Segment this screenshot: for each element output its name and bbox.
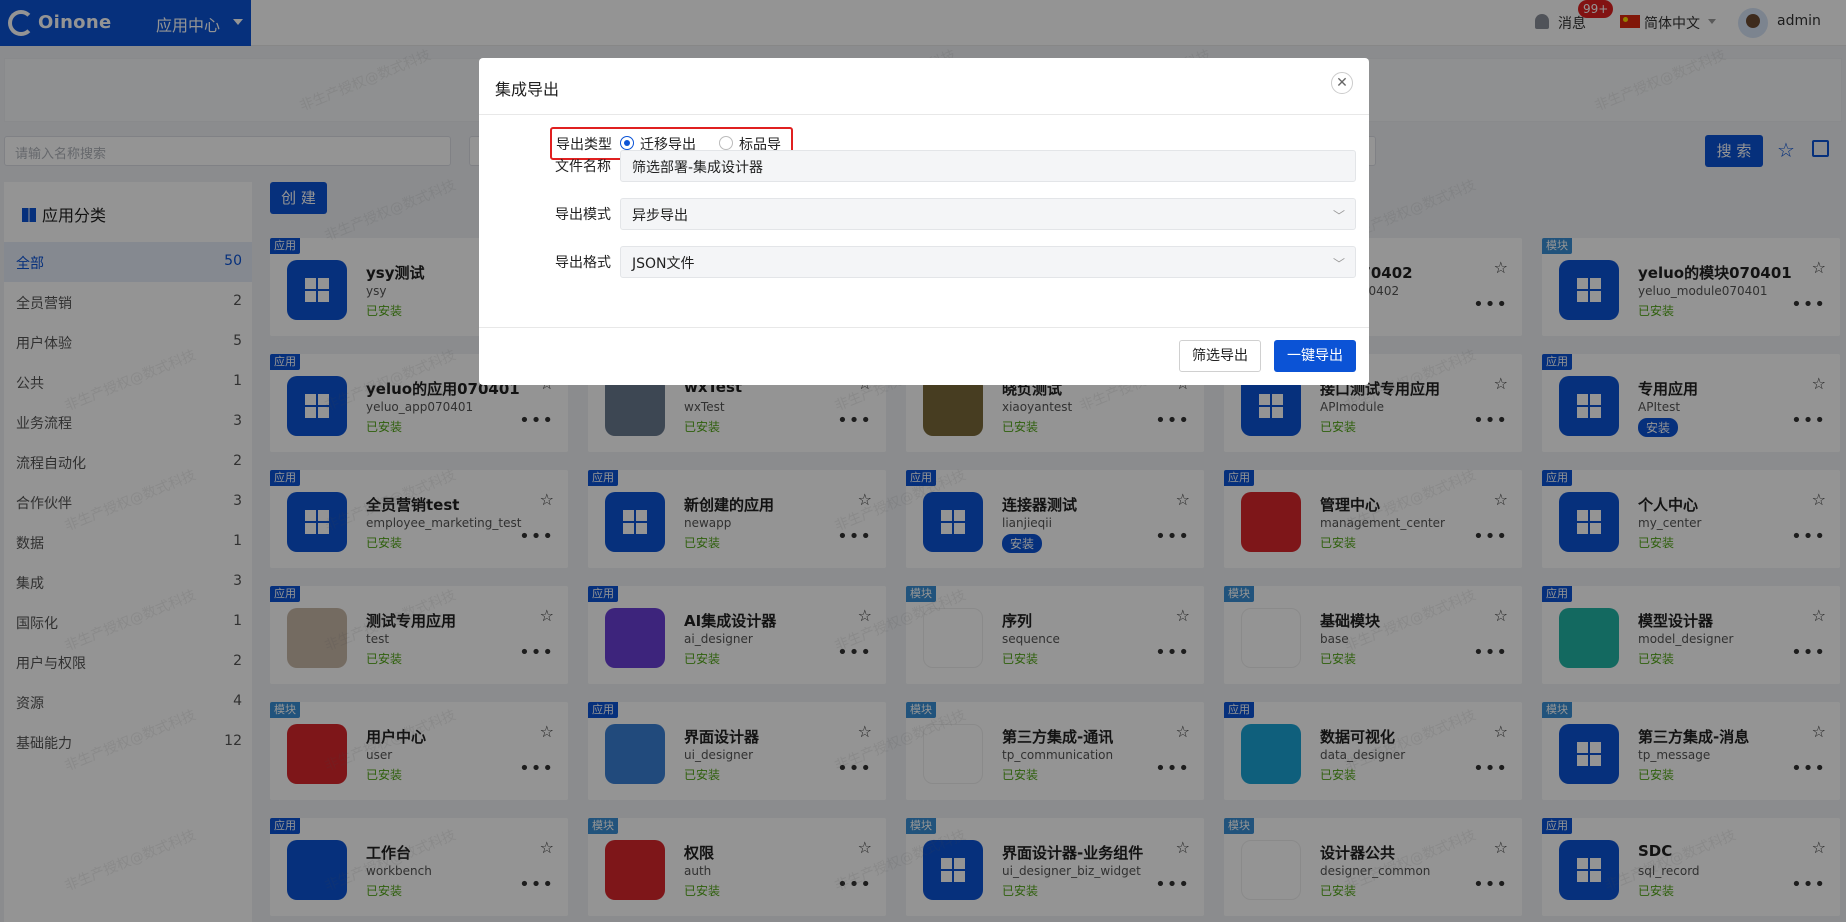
one-click-export-button[interactable]: 一键导出 <box>1274 340 1356 372</box>
export-mode-label: 导出模式 <box>555 207 611 223</box>
export-format-select[interactable]: JSON文件 ﹀ <box>620 246 1356 278</box>
export-type-label: 导出类型 <box>556 137 612 153</box>
chevron-down-icon: ﹀ <box>1332 209 1345 223</box>
divider <box>479 114 1369 115</box>
export-dialog: 集成导出 ✕ 导出类型 迁移导出 标品导出 文件名称 筛选部署-集成设计器 导出… <box>479 58 1369 385</box>
file-name-field[interactable]: 筛选部署-集成设计器 <box>620 150 1356 182</box>
export-mode-select[interactable]: 异步导出 ﹀ <box>620 198 1356 230</box>
radio-standard-export[interactable] <box>719 136 733 150</box>
export-format-value: JSON文件 <box>632 256 695 272</box>
file-name-label: 文件名称 <box>555 159 611 175</box>
export-format-label: 导出格式 <box>555 255 611 271</box>
divider <box>479 327 1369 328</box>
chevron-down-icon: ﹀ <box>1332 257 1345 271</box>
close-icon[interactable]: ✕ <box>1331 72 1353 94</box>
dialog-title: 集成导出 <box>495 80 560 99</box>
filter-export-button[interactable]: 筛选导出 <box>1179 340 1261 372</box>
radio-migration-export[interactable] <box>620 136 634 150</box>
file-name-value: 筛选部署-集成设计器 <box>632 160 764 176</box>
export-mode-value: 异步导出 <box>632 208 688 224</box>
